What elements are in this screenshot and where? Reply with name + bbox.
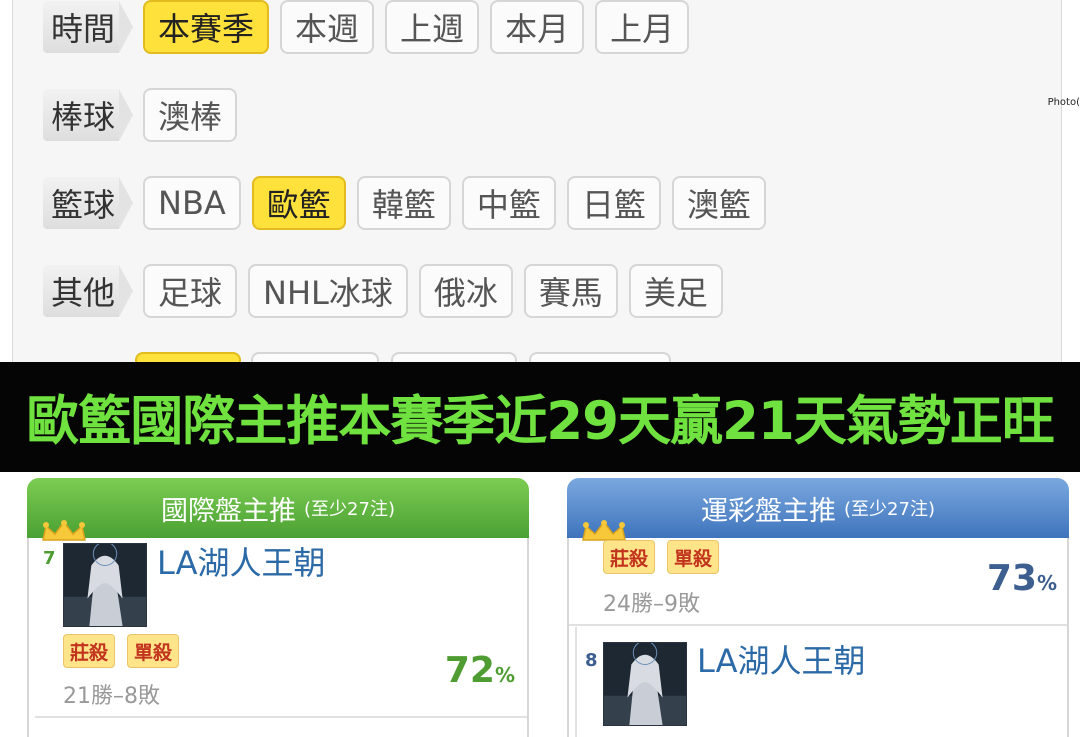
screenshot-frame: 時間 本賽季 本週 上週 本月 上月 棒球 澳棒 籃球 NBA 歐籃 韓籃 中籃… bbox=[0, 0, 1080, 737]
chip-aus-basketball[interactable]: 澳籃 bbox=[671, 176, 766, 230]
filter-row-baseball: 棒球 澳棒 bbox=[43, 88, 238, 142]
intl-picks-title: 國際盤主推 bbox=[161, 495, 297, 527]
percent-sign: % bbox=[1036, 571, 1057, 595]
rank-number: 8 bbox=[585, 650, 598, 671]
chip-aus-baseball[interactable]: 澳棒 bbox=[143, 88, 238, 142]
chip-this-week[interactable]: 本週 bbox=[280, 0, 375, 54]
chip-this-month[interactable]: 本月 bbox=[490, 0, 585, 54]
lottery-picks-header: 運彩盤主推 (至少27注) bbox=[567, 478, 1069, 541]
chip-russia-hockey[interactable]: 俄冰 bbox=[418, 264, 513, 318]
tag-banker-kill: 莊殺 bbox=[63, 634, 116, 668]
win-percentage: 73% bbox=[987, 558, 1057, 599]
filter-label-time: 時間 bbox=[43, 1, 134, 53]
chip-this-season[interactable]: 本賽季 bbox=[143, 0, 270, 54]
chip-euro-basketball[interactable]: 歐籃 bbox=[251, 176, 346, 230]
tag-banker-kill: 莊殺 bbox=[603, 540, 656, 574]
filter-label-baseball: 棒球 bbox=[43, 89, 134, 141]
headline-banner: 歐籃國際主推本賽季近29天贏21天氣勢正旺 bbox=[0, 362, 1080, 472]
win-percentage-value: 72 bbox=[444, 650, 495, 691]
percent-sign: % bbox=[494, 663, 515, 687]
lottery-picks-card: 運彩盤主推 (至少27注) 莊殺 單殺 24勝–9敗 73% 8 LA湖人王朝 bbox=[567, 478, 1069, 737]
filter-label-basketball: 籃球 bbox=[43, 177, 134, 229]
chip-horse-racing[interactable]: 賽馬 bbox=[523, 264, 618, 318]
filter-row-time: 時間 本賽季 本週 上週 本月 上月 bbox=[43, 0, 690, 54]
row-border bbox=[575, 627, 577, 737]
intl-picks-subtitle: (至少27注) bbox=[304, 499, 395, 520]
win-loss-record: 24勝–9敗 bbox=[603, 592, 700, 617]
win-percentage: 72% bbox=[445, 650, 515, 691]
chip-china-basketball[interactable]: 中籃 bbox=[461, 176, 556, 230]
filter-row-basketball: 籃球 NBA 歐籃 韓籃 中籃 日籃 澳籃 bbox=[43, 176, 766, 230]
chip-japan-basketball[interactable]: 日籃 bbox=[566, 176, 661, 230]
chip-nba[interactable]: NBA bbox=[143, 176, 241, 230]
player-name[interactable]: LA湖人王朝 bbox=[697, 636, 865, 682]
chip-american-football[interactable]: 美足 bbox=[628, 264, 723, 318]
intl-picks-card: 國際盤主推 (至少27注) 7 LA湖人王朝 莊殺 單殺 21勝–8敗 72% bbox=[27, 478, 529, 737]
chip-last-month[interactable]: 上月 bbox=[595, 0, 690, 54]
row-divider bbox=[35, 716, 527, 718]
filter-row-other: 其他 足球 NHL冰球 俄冰 賽馬 美足 bbox=[43, 264, 723, 318]
row-divider bbox=[569, 624, 1067, 626]
filter-panel: 時間 本賽季 本週 上週 本月 上月 棒球 澳棒 籃球 NBA 歐籃 韓籃 中籃… bbox=[12, 0, 1062, 372]
filter-label-other: 其他 bbox=[43, 265, 134, 317]
chip-nhl-hockey[interactable]: NHL冰球 bbox=[248, 264, 408, 318]
lottery-picks-body: 莊殺 單殺 24勝–9敗 73% 8 LA湖人王朝 bbox=[567, 538, 1069, 737]
lottery-picks-title: 運彩盤主推 bbox=[701, 495, 837, 527]
chip-korea-basketball[interactable]: 韓籃 bbox=[356, 176, 451, 230]
headline-text: 歐籃國際主推本賽季近29天贏21天氣勢正旺 bbox=[26, 391, 1055, 452]
tag-single-kill: 單殺 bbox=[127, 634, 180, 668]
avatar[interactable] bbox=[603, 642, 687, 726]
intl-picks-header: 國際盤主推 (至少27注) bbox=[27, 478, 529, 541]
lottery-picks-subtitle: (至少27注) bbox=[844, 499, 935, 520]
chip-soccer[interactable]: 足球 bbox=[143, 264, 238, 318]
win-loss-record: 21勝–8敗 bbox=[63, 684, 160, 709]
avatar[interactable] bbox=[63, 543, 147, 627]
intl-picks-body: 7 LA湖人王朝 莊殺 單殺 21勝–8敗 72% bbox=[27, 538, 529, 737]
player-name[interactable]: LA湖人王朝 bbox=[157, 538, 325, 584]
chip-last-week[interactable]: 上週 bbox=[385, 0, 480, 54]
win-percentage-value: 73 bbox=[986, 558, 1037, 599]
photo-credit-text: Photo( bbox=[1047, 97, 1080, 108]
rank-number: 7 bbox=[43, 548, 56, 569]
tag-single-kill: 單殺 bbox=[667, 540, 720, 574]
